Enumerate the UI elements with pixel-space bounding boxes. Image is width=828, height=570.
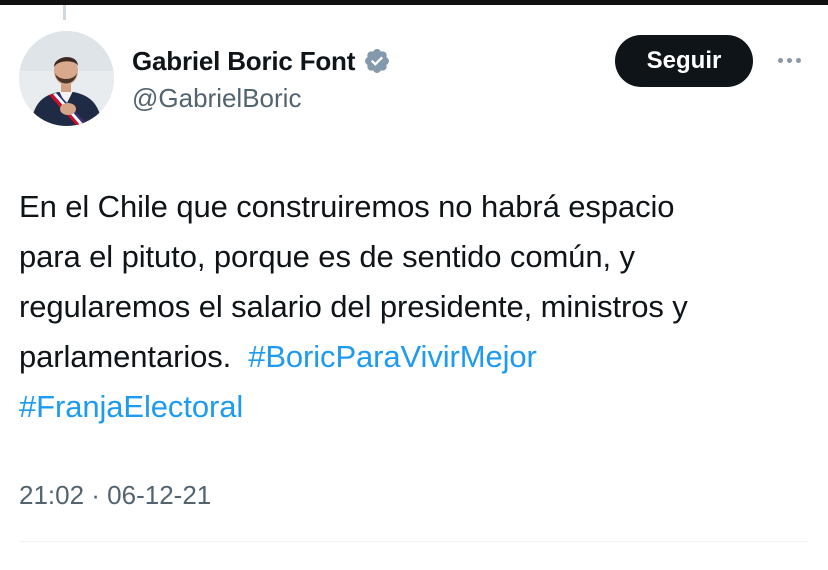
- tweet-text-line-with-hashtag: parlamentarios. #BoricParaVivirMejor: [19, 332, 819, 382]
- hashtag-link[interactable]: #FranjaElectoral: [19, 389, 243, 424]
- tweet-text-line: regularemos el salario del presidente, m…: [19, 289, 688, 324]
- more-dot: [777, 57, 783, 63]
- author-display-name[interactable]: Gabriel Boric Font: [132, 46, 355, 77]
- profile-photo-icon: [19, 31, 114, 126]
- tweet-text-line: En el Chile que construiremos no habrá e…: [19, 189, 675, 224]
- author-handle[interactable]: @GabrielBoric: [132, 83, 301, 114]
- top-edge-bar: [0, 0, 828, 5]
- avatar[interactable]: [19, 31, 114, 126]
- more-dot: [795, 57, 801, 63]
- follow-button[interactable]: Seguir: [615, 35, 753, 87]
- more-options-icon[interactable]: [771, 45, 807, 75]
- verified-badge-icon: [365, 49, 390, 73]
- tweet-text: En el Chile que construiremos no habrá e…: [19, 182, 819, 432]
- tweet-text-line: #FranjaElectoral: [19, 382, 819, 432]
- tweet-timestamp[interactable]: 21:02 · 06-12-21: [19, 480, 211, 511]
- author-name-row: Gabriel Boric Font: [132, 43, 391, 79]
- hashtag-link[interactable]: #BoricParaVivirMejor: [248, 339, 537, 374]
- tweet-text-fragment: parlamentarios.: [19, 339, 232, 374]
- divider: [19, 541, 809, 542]
- thread-connector-line: [63, 5, 66, 20]
- tweet-text-line: para el pituto, porque es de sentido com…: [19, 239, 635, 274]
- more-dot: [786, 57, 792, 63]
